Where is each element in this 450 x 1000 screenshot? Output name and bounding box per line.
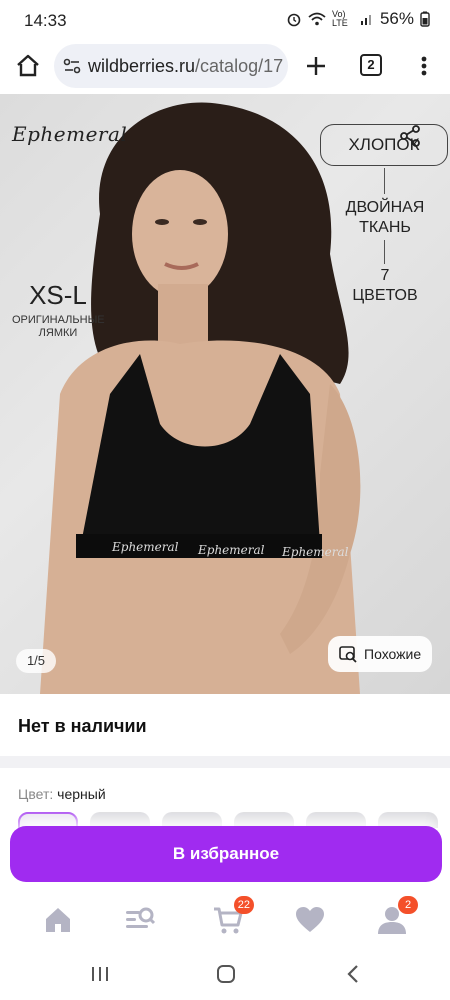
size-note-line1: ОРИГИНАЛЬНЫЕ: [12, 314, 105, 326]
wifi-icon: [308, 12, 326, 26]
system-navigation-bar: [0, 948, 450, 1000]
size-range: XS-L: [29, 280, 87, 310]
home-system-icon[interactable]: [214, 962, 238, 986]
feature-colors: 7 ЦВЕТОВ: [330, 266, 440, 306]
share-icon[interactable]: [398, 124, 422, 148]
size-note-line2: ЛЯМКИ: [38, 327, 78, 339]
image-counter: 1/5: [16, 649, 56, 673]
feature-connector-2: [384, 240, 385, 264]
recent-apps-icon[interactable]: [88, 962, 112, 986]
band-brand-2: Ephemeral: [197, 543, 265, 557]
home-icon[interactable]: [42, 904, 74, 936]
status-time: 14:33: [24, 11, 67, 30]
status-icons: Vo) LTE 56%: [286, 9, 430, 29]
url-text: wildberries.ru/catalog/17: [88, 56, 284, 77]
battery-percent: 56%: [379, 9, 414, 28]
address-bar[interactable]: wildberries.ru/catalog/17: [54, 44, 288, 88]
url-path: /catalog/17: [195, 56, 284, 76]
more-menu-icon[interactable]: [416, 52, 432, 80]
profile-nav-item[interactable]: 2: [376, 896, 418, 936]
heart-icon[interactable]: [294, 904, 326, 936]
availability-status: Нет в наличии: [18, 716, 147, 736]
similar-button[interactable]: Похожие: [328, 636, 432, 672]
color-label: Цвет:: [18, 786, 54, 802]
size-note: ОРИГИНАЛЬНЫЕ ЛЯМКИ: [12, 314, 105, 340]
url-domain: wildberries.ru: [88, 56, 196, 76]
site-settings-icon[interactable]: [62, 56, 82, 76]
color-label-row: Цвет: черный: [18, 786, 106, 802]
add-to-favorites-button[interactable]: В избранное: [10, 826, 442, 882]
feature-connector-1: [384, 168, 385, 194]
browser-toolbar: wildberries.ru/catalog/17 2: [0, 40, 450, 94]
profile-badge: 2: [398, 896, 418, 914]
product-image-gallery[interactable]: Ephemeral Ephemeral Ephemeral Ephemeral …: [0, 94, 450, 694]
availability-card: Нет в наличии: [0, 694, 450, 756]
battery-icon: [420, 11, 430, 27]
new-tab-icon[interactable]: [302, 52, 330, 80]
feature-cotton: ХЛОПОК: [320, 124, 448, 166]
section-divider: [0, 756, 450, 768]
back-icon[interactable]: [342, 962, 366, 986]
feature-dual-line2: ТКАНЬ: [359, 219, 411, 236]
cart-badge: 22: [233, 896, 254, 914]
status-bar: 14:33 Vo) LTE 56%: [0, 0, 450, 40]
band-brand-3: Ephemeral: [281, 545, 349, 559]
feature-colors-line2: ЦВЕТОВ: [352, 287, 418, 304]
feature-dual-line1: ДВОЙНАЯ: [345, 199, 425, 216]
band-brand-1: Ephemeral: [111, 540, 179, 554]
color-value: черный: [57, 786, 106, 802]
alarm-icon: [287, 13, 301, 27]
feature-dual-fabric: ДВОЙНАЯ ТКАНЬ: [330, 198, 440, 238]
home-icon[interactable]: [14, 52, 42, 80]
network-type: Vo) LTE: [331, 9, 348, 28]
signal-icon: [360, 15, 371, 25]
similar-label: Похожие: [364, 646, 422, 662]
color-section: Цвет: черный: [0, 768, 450, 828]
image-search-icon: [339, 646, 357, 663]
tab-switcher-button[interactable]: 2: [360, 54, 382, 76]
feature-colors-line1: 7: [380, 267, 390, 284]
cart-nav-item[interactable]: 22: [212, 896, 254, 936]
catalog-search-icon[interactable]: [124, 904, 156, 936]
model-photo: Ephemeral Ephemeral Ephemeral: [40, 102, 361, 694]
brand-logo: Ephemeral: [12, 122, 128, 146]
bottom-navigation: 22 2: [0, 890, 450, 948]
